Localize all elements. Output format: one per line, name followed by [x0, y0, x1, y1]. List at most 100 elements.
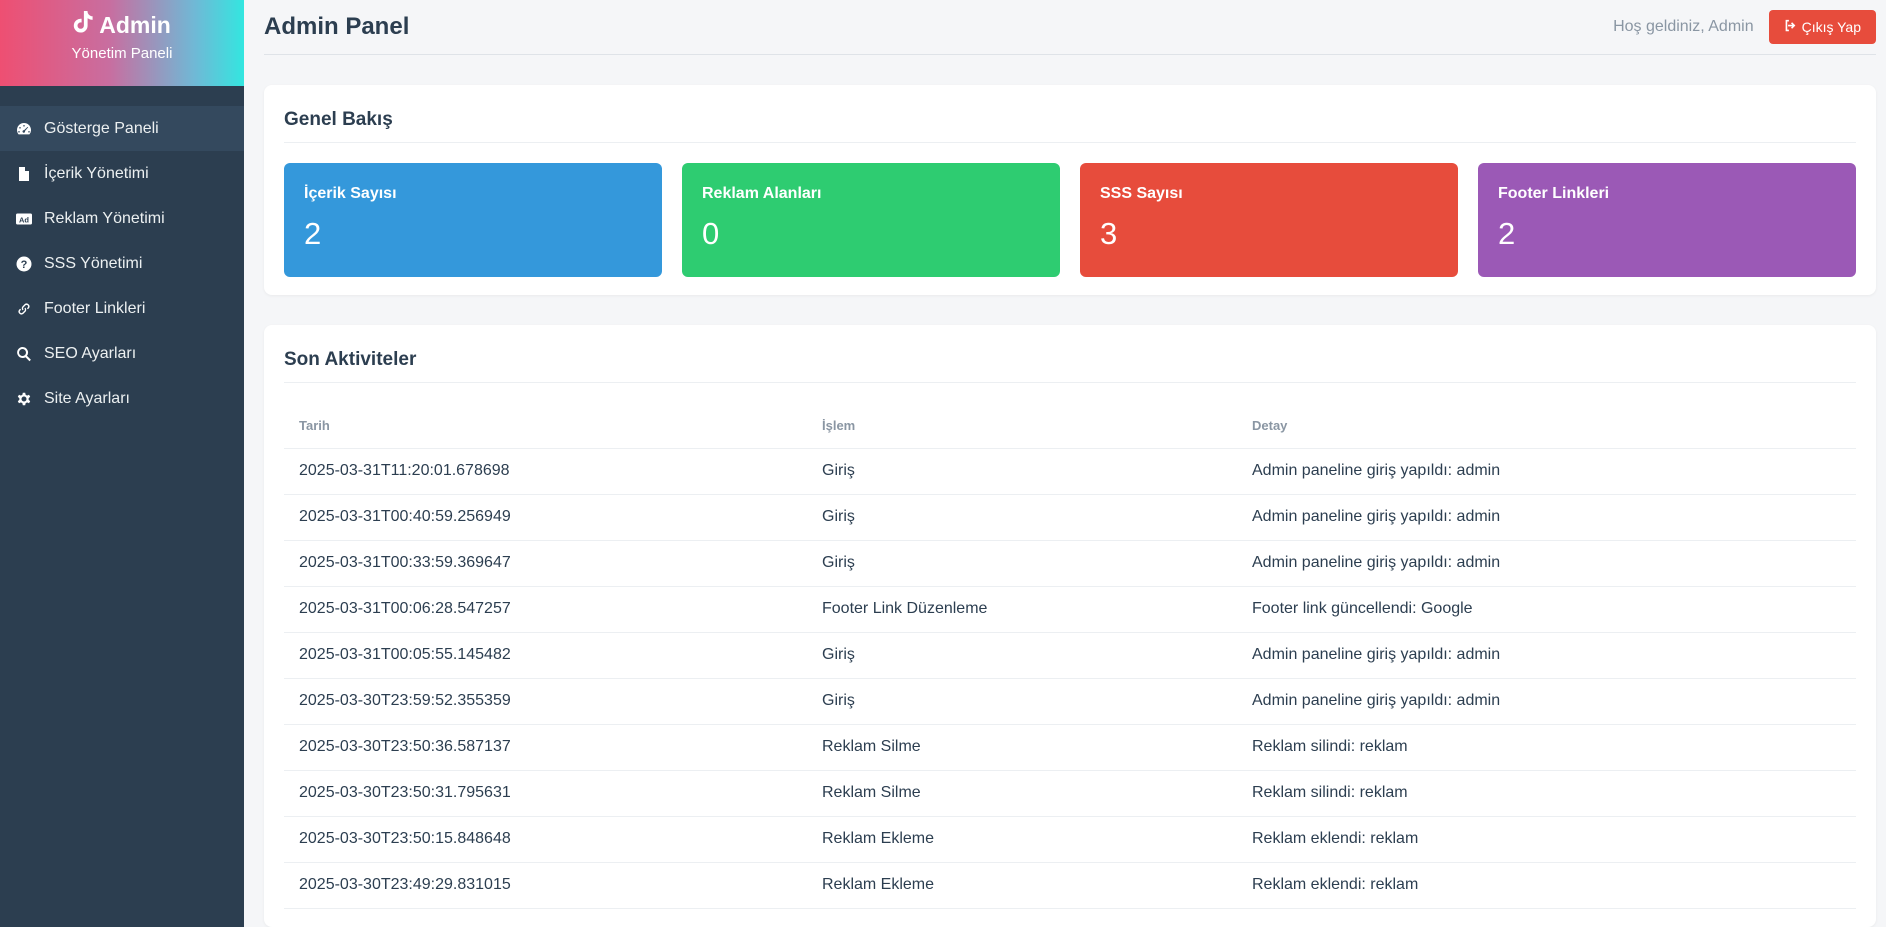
table-row: 2025-03-30T23:50:31.795631 Reklam Silme Re… — [284, 770, 1856, 817]
stat-label: Footer Linkleri — [1498, 185, 1610, 202]
sidebar-item-label: Footer Linkleri — [44, 299, 146, 317]
cell-detail: Reklam silindi: reklam — [1237, 770, 1856, 817]
sidebar-item-seo[interactable]: SEO Ayarları — [0, 331, 244, 376]
tiktok-icon — [73, 11, 93, 39]
cell-detail: Admin paneline giriş yapıldı: admin — [1237, 540, 1856, 587]
svg-text:Ad: Ad — [19, 215, 29, 224]
cell-date: 2025-03-30T23:50:15.848648 — [284, 816, 807, 863]
cell-action: Giriş — [807, 448, 1237, 495]
stat-label: Reklam Alanları — [702, 185, 822, 202]
stat-card-content[interactable]: İçerik Sayısı 2 — [284, 163, 662, 277]
file-icon — [15, 165, 33, 183]
stat-card-faq[interactable]: SSS Sayısı 3 — [1080, 163, 1458, 277]
sidebar-item-site-settings[interactable]: Site Ayarları — [0, 376, 244, 421]
brand-title: Admin — [0, 11, 244, 39]
cell-date: 2025-03-31T00:06:28.547257 — [284, 586, 807, 633]
cell-detail: Reklam eklendi: reklam — [1237, 816, 1856, 863]
sidebar-nav: Gösterge Paneli İçerik Yönetimi Ad Rekla… — [0, 106, 244, 421]
sidebar-item-label: SEO Ayarları — [44, 344, 137, 362]
cell-detail: Admin paneline giriş yapıldı: admin — [1237, 678, 1856, 725]
stat-value: 3 — [1100, 216, 1118, 251]
sidebar-item-label: SSS Yönetimi — [44, 254, 143, 272]
brand[interactable]: Admin Yönetim Paneli — [0, 0, 244, 86]
cell-action: Footer Link Düzenleme — [807, 586, 1237, 633]
cell-date: 2025-03-30T23:59:52.355359 — [284, 678, 807, 725]
activity-table-body: 2025-03-31T11:20:01.678698 Giriş Admin pan… — [284, 448, 1856, 909]
sidebar-item-dashboard[interactable]: Gösterge Paneli — [0, 106, 244, 151]
stat-value: 2 — [1498, 216, 1516, 251]
stat-label: İçerik Sayısı — [304, 185, 397, 202]
cell-detail: Admin paneline giriş yapıldı: admin — [1237, 632, 1856, 679]
activity-title: Son Aktiviteler — [284, 325, 1856, 383]
sidebar-item-label: İçerik Yönetimi — [44, 164, 149, 182]
cell-date: 2025-03-31T00:40:59.256949 — [284, 494, 807, 541]
logout-label: Çıkış Yap — [1801, 19, 1861, 35]
brand-title-text: Admin — [99, 11, 171, 38]
cell-date: 2025-03-30T23:50:36.587137 — [284, 724, 807, 771]
stat-value: 0 — [702, 216, 720, 251]
table-row: 2025-03-31T00:33:59.369647 Giriş Admin pan… — [284, 540, 1856, 587]
page-title: Admin Panel — [264, 13, 410, 40]
table-row: 2025-03-30T23:59:52.355359 Giriş Admin pan… — [284, 678, 1856, 725]
stat-value: 2 — [304, 216, 322, 251]
cell-date: 2025-03-31T11:20:01.678698 — [284, 448, 807, 495]
table-row: 2025-03-30T23:49:29.831015 Reklam Ekleme R… — [284, 862, 1856, 909]
sidebar-item-label: Site Ayarları — [44, 389, 130, 407]
cell-detail: Footer link güncellendi: Google — [1237, 586, 1856, 633]
table-row: 2025-03-31T00:40:59.256949 Giriş Admin pan… — [284, 494, 1856, 541]
cell-detail: Reklam silindi: reklam — [1237, 724, 1856, 771]
cell-action: Reklam Silme — [807, 770, 1237, 817]
table-row: 2025-03-30T23:50:15.848648 Reklam Ekleme R… — [284, 816, 1856, 863]
cell-action: Giriş — [807, 632, 1237, 679]
activity-card: Son Aktiviteler Tarih İşlem Detay 2025-0… — [264, 325, 1876, 927]
overview-card: Genel Bakış İçerik Sayısı 2 Reklam Alanl… — [264, 85, 1876, 295]
table-row: 2025-03-31T00:05:55.145482 Giriş Admin pan… — [284, 632, 1856, 679]
cell-date: 2025-03-30T23:50:31.795631 — [284, 770, 807, 817]
cell-action: Reklam Silme — [807, 724, 1237, 771]
table-row: 2025-03-30T23:50:36.587137 Reklam Silme Re… — [284, 724, 1856, 771]
cell-action: Giriş — [807, 540, 1237, 587]
gauge-icon — [15, 120, 33, 138]
cell-date: 2025-03-30T23:49:29.831015 — [284, 862, 807, 909]
search-icon — [15, 345, 33, 363]
table-header-row: Tarih İşlem Detay — [284, 404, 1856, 449]
cell-action: Giriş — [807, 678, 1237, 725]
column-header-action: İşlem — [807, 404, 1237, 449]
logout-button[interactable]: Çıkış Yap — [1768, 10, 1876, 44]
gear-icon — [15, 390, 33, 408]
ad-icon: Ad — [15, 210, 33, 228]
column-header-detail: Detay — [1237, 404, 1856, 449]
sidebar: Admin Yönetim Paneli Gösterge Paneli İçe… — [0, 0, 244, 927]
sidebar-item-ads[interactable]: Ad Reklam Yönetimi — [0, 196, 244, 241]
cell-detail: Reklam eklendi: reklam — [1237, 862, 1856, 909]
question-icon: ? — [15, 255, 33, 273]
stats-row: İçerik Sayısı 2 Reklam Alanları 0 SSS Sa… — [284, 163, 1856, 277]
sidebar-item-label: Gösterge Paneli — [44, 119, 159, 137]
stat-card-footer-links[interactable]: Footer Linkleri 2 — [1478, 163, 1856, 277]
cell-detail: Admin paneline giriş yapıldı: admin — [1237, 448, 1856, 495]
cell-action: Reklam Ekleme — [807, 816, 1237, 863]
cell-detail: Admin paneline giriş yapıldı: admin — [1237, 494, 1856, 541]
activity-table: Tarih İşlem Detay 2025-03-31T11:20:01.67… — [284, 404, 1856, 909]
overview-title: Genel Bakış — [284, 85, 1856, 143]
header-right: Hoş geldiniz, Admin Çıkış Yap — [1613, 10, 1876, 44]
cell-action: Giriş — [807, 494, 1237, 541]
header: Admin Panel Hoş geldiniz, Admin Çıkış Ya… — [264, 0, 1876, 55]
svg-text:?: ? — [21, 259, 28, 271]
table-row: 2025-03-31T00:06:28.547257 Footer Link Dü… — [284, 586, 1856, 633]
welcome-text: Hoş geldiniz, Admin — [1613, 18, 1754, 35]
sign-out-icon — [1784, 19, 1797, 35]
stat-card-ads[interactable]: Reklam Alanları 0 — [682, 163, 1060, 277]
cell-action: Reklam Ekleme — [807, 862, 1237, 909]
sidebar-item-faq[interactable]: ? SSS Yönetimi — [0, 241, 244, 286]
stat-label: SSS Sayısı — [1100, 185, 1183, 202]
sidebar-item-footer-links[interactable]: Footer Linkleri — [0, 286, 244, 331]
cell-date: 2025-03-31T00:33:59.369647 — [284, 540, 807, 587]
brand-subtitle: Yönetim Paneli — [71, 45, 173, 62]
link-icon — [15, 300, 33, 318]
column-header-date: Tarih — [284, 404, 807, 449]
table-row: 2025-03-31T11:20:01.678698 Giriş Admin pan… — [284, 448, 1856, 495]
sidebar-item-content[interactable]: İçerik Yönetimi — [0, 151, 244, 196]
sidebar-item-label: Reklam Yönetimi — [44, 209, 165, 227]
cell-date: 2025-03-31T00:05:55.145482 — [284, 632, 807, 679]
